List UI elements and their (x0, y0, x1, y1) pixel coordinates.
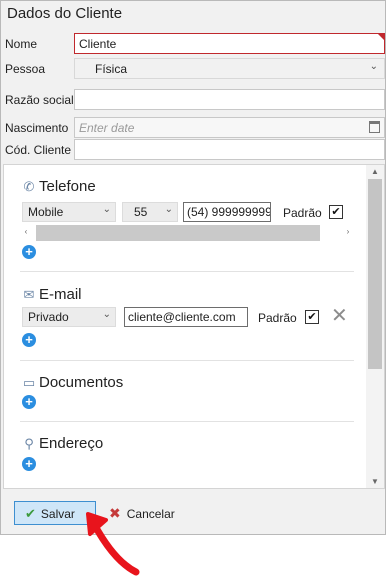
email-address-input[interactable]: cliente@cliente.com (124, 307, 248, 327)
endereco-section-title: ⚲ Endereço (22, 435, 103, 452)
nascimento-row: Nascimento Enter date (1, 117, 387, 139)
vertical-scroll-thumb[interactable] (368, 179, 382, 369)
email-padrao-checkbox[interactable]: ✔ (305, 310, 319, 324)
razao-label: Razão social (5, 93, 74, 107)
telefone-title-text: Telefone (39, 178, 96, 195)
email-padrao-label: Padrão (258, 311, 297, 325)
telefone-section-title: ✆ Telefone (22, 178, 96, 195)
email-type-value: Privado (28, 310, 69, 324)
scroll-up-icon[interactable]: ▲ (366, 167, 384, 176)
annotation-arrow (86, 512, 140, 576)
pessoa-label: Pessoa (5, 62, 46, 76)
chevron-down-icon: ⌄ (102, 309, 111, 320)
save-label: Salvar (40, 507, 75, 521)
email-section-title: ✉ E-mail (22, 286, 82, 303)
pessoa-select[interactable]: Física ⌄ (74, 58, 385, 79)
chevron-down-icon: ⌄ (102, 204, 111, 215)
endereco-title-text: Endereço (39, 435, 104, 452)
telefone-type-value: Mobile (28, 205, 64, 219)
razao-input[interactable] (74, 89, 385, 110)
add-telefone-button[interactable]: + (22, 245, 36, 259)
nascimento-date-input[interactable]: Enter date (74, 117, 385, 138)
add-documento-button[interactable]: + (22, 395, 36, 409)
telefone-padrao-checkbox[interactable]: ✔ (329, 205, 343, 219)
telefone-number-input[interactable]: (54) 999999999 (183, 202, 271, 222)
client-form-window: Dados do Cliente Nome Cliente Pessoa Fís… (0, 0, 386, 535)
telefone-ddi-value: 55 (134, 205, 148, 219)
location-pin-icon: ⚲ (24, 436, 34, 451)
telefone-type-select[interactable]: Mobile ⌄ (22, 202, 116, 222)
add-endereco-button[interactable]: + (22, 457, 36, 471)
cod-row: Cód. Cliente (1, 139, 387, 161)
scroll-right-icon[interactable]: › (342, 227, 354, 236)
phone-icon: ✆ (23, 179, 35, 194)
cod-label: Cód. Cliente (5, 143, 72, 157)
telefone-ddi-select[interactable]: 55 ⌄ (122, 202, 178, 222)
horizontal-scroll-thumb[interactable] (36, 225, 320, 241)
nome-input[interactable]: Cliente (74, 33, 385, 54)
telefone-number-value: (54) 999999999 (187, 205, 271, 219)
telefone-padrao-label: Padrão (283, 206, 322, 220)
form-title: Dados do Cliente (7, 5, 123, 22)
section-divider (20, 271, 354, 272)
envelope-icon: ✉ (23, 287, 35, 302)
section-divider (20, 360, 354, 361)
calendar-icon[interactable] (369, 121, 380, 133)
required-marker-icon (378, 34, 384, 40)
id-card-icon: ▭ (22, 375, 36, 390)
remove-email-icon[interactable]: ✕ (331, 306, 348, 326)
chevron-down-icon: ⌄ (369, 61, 378, 72)
documentos-section-title: ▭ Documentos (22, 374, 123, 391)
nome-label: Nome (5, 37, 38, 51)
scroll-left-icon[interactable]: ‹ (20, 227, 32, 236)
contacts-panel: ✆ Telefone Mobile ⌄ 55 ⌄ (54) 999999999 P… (3, 164, 385, 489)
email-title-text: E-mail (39, 286, 82, 303)
chevron-down-icon: ⌄ (164, 204, 173, 215)
nascimento-label: Nascimento (5, 121, 69, 135)
cod-input[interactable] (74, 139, 385, 160)
scroll-down-icon[interactable]: ▼ (366, 477, 384, 486)
nome-value: Cliente (79, 37, 117, 51)
razao-row: Razão social (1, 89, 387, 111)
telefone-horizontal-scrollbar[interactable]: ‹ › (22, 225, 356, 241)
pessoa-value: Física (95, 62, 128, 76)
nascimento-placeholder: Enter date (79, 121, 135, 135)
panel-vertical-scrollbar[interactable]: ▲ ▼ (366, 165, 384, 488)
pessoa-row: Pessoa Física ⌄ (1, 58, 387, 80)
email-address-value: cliente@cliente.com (128, 310, 236, 324)
email-type-select[interactable]: Privado ⌄ (22, 307, 116, 327)
documentos-title-text: Documentos (39, 374, 124, 391)
nome-row: Nome Cliente (1, 33, 387, 55)
checkmark-icon: ✔ (25, 506, 36, 521)
section-divider (20, 421, 354, 422)
add-email-button[interactable]: + (22, 333, 36, 347)
